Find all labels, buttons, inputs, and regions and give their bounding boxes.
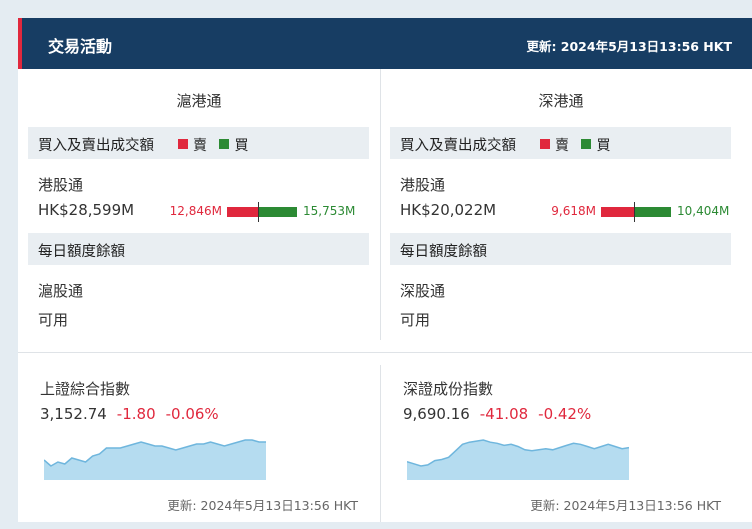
trading-activity-panel: 交易活動 更新: 2024年5月13日13:56 HKT 滬港通 買入及賣出成交… [18,18,752,522]
panel-header: 交易活動 更新: 2024年5月13日13:56 HKT [18,18,752,69]
index-updated-time: 更新: 2024年5月13日13:56 HKT [167,498,358,513]
buy-sell-bar: 12,846M 15,753M [168,202,368,222]
shenzhen-connect-column: 深港通 買入及賣出成交額 賣 買 港股通 HK$20,022M 9,618M 1… [380,69,742,352]
sell-legend-label: 賣 [193,138,207,154]
turnover-label: 買入及賣出成交額 [38,138,154,154]
quota-connect-name: 滬股通 [38,282,84,300]
index-price: 9,690.16 [403,405,470,423]
panel-title: 交易活動 [48,37,113,56]
quota-status: 可用 [400,311,431,329]
sell-legend-swatch [540,139,550,149]
index-sparkline [407,439,629,480]
stock-connect-total: HK$28,599M [38,201,135,219]
header-updated-time: 更新: 2024年5月13日13:56 HKT [526,39,732,54]
index-updated-time: 更新: 2024年5月13日13:56 HKT [530,498,721,513]
quota-band: 每日額度餘額 [390,233,731,265]
turnover-band: 買入及賣出成交額 賣 買 [390,127,731,159]
sell-bar [601,207,634,217]
quota-label: 每日額度餘額 [38,244,125,260]
sell-legend-swatch [178,139,188,149]
shanghai-connect-column: 滬港通 買入及賣出成交額 賣 買 港股通 HK$28,599M 12,846M … [18,69,380,352]
quota-status: 可用 [38,311,69,329]
sell-amount: 12,846M [169,204,222,218]
quota-connect-name: 深股通 [400,282,446,300]
index-quote: 3,152.74 -1.80 -0.06% [40,405,219,423]
column-divider [380,69,381,340]
turnover-band: 買入及賣出成交額 賣 買 [28,127,369,159]
sell-bar [227,207,258,217]
index-name[interactable]: 上證綜合指數 [40,378,130,399]
buy-amount: 10,404M [677,204,730,218]
buy-legend-label: 買 [596,138,611,154]
stock-connect-total: HK$20,022M [400,201,497,219]
buy-bar [635,207,671,217]
stock-connect-name: 港股通 [38,176,84,194]
column-title: 滬港通 [176,92,222,110]
buy-sell-legend: 賣 買 [540,135,610,155]
index-quote: 9,690.16 -41.08 -0.42% [403,405,591,423]
buy-amount: 15,753M [303,204,356,218]
quota-band: 每日額度餘額 [28,233,369,265]
buy-legend-label: 買 [234,138,249,154]
buy-legend-swatch [219,139,230,149]
index-change-pct: -0.42% [538,405,592,423]
buy-sell-legend: 賣 買 [178,135,248,155]
column-title: 深港通 [538,92,584,110]
index-change: -1.80 [116,405,156,423]
index-change: -41.08 [479,405,529,423]
buy-sell-bar: 9,618M 10,404M [540,202,740,222]
index-divider [380,365,381,522]
turnover-label: 買入及賣出成交額 [400,138,516,154]
index-change-pct: -0.06% [165,405,219,423]
sell-legend-label: 賣 [555,138,569,154]
index-name[interactable]: 深證成份指數 [403,378,493,399]
sell-amount: 9,618M [551,204,596,218]
index-sparkline [44,439,266,480]
section-divider [18,352,752,353]
index-price: 3,152.74 [40,405,107,423]
buy-legend-swatch [581,139,592,149]
buy-bar [259,207,297,217]
stock-connect-name: 港股通 [400,176,446,194]
quota-label: 每日額度餘額 [400,244,487,260]
